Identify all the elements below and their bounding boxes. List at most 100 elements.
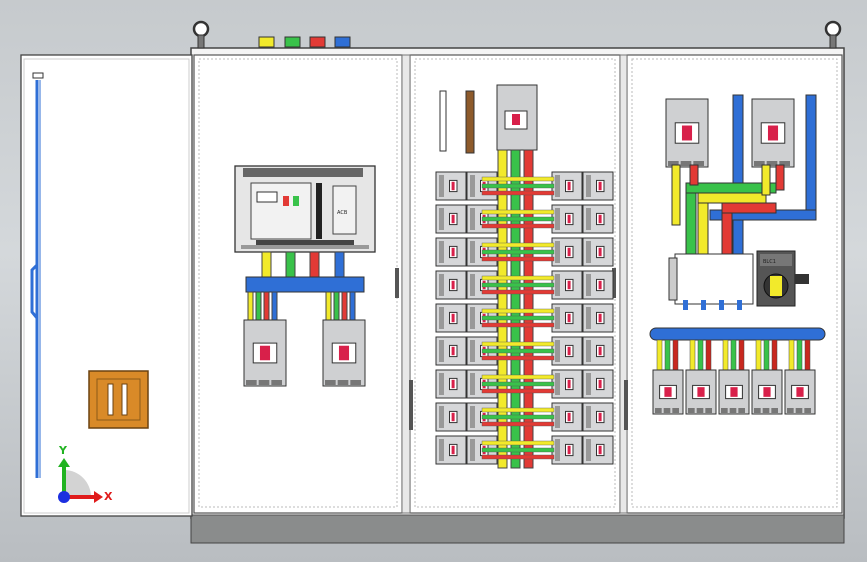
- feeder-breaker-right-a: [551, 402, 583, 432]
- section3-outgoing-breaker: [718, 369, 750, 415]
- feeder-breaker-right-b: [582, 369, 614, 399]
- feeder-link-bar: [481, 454, 555, 460]
- section3-outgoing-breaker: [652, 369, 684, 415]
- load-isolator: BLC1: [668, 250, 809, 310]
- feeder-link-bar: [481, 282, 555, 288]
- feeder-breaker-right-b: [582, 204, 614, 234]
- feeder-link-bar: [481, 341, 555, 347]
- door-handle-icon: [88, 370, 149, 429]
- outgoing-drop-bar: [796, 339, 803, 371]
- red-terminal-icon: [309, 36, 326, 48]
- feeder-link-bar: [481, 348, 555, 354]
- outgoing-drop-bar: [771, 339, 778, 371]
- feeder-link-bar: [481, 190, 555, 196]
- outgoing-drop-bar: [697, 339, 704, 371]
- feeder-link-bar: [481, 308, 555, 314]
- feeder-breaker-right-b: [582, 303, 614, 333]
- outgoing-drop-bar: [730, 339, 737, 371]
- door-hinge-icon: [32, 72, 44, 79]
- section1-busbar: [245, 276, 365, 293]
- incoming-breaker-1: [665, 98, 709, 168]
- feeder-breaker-right-a: [551, 270, 583, 300]
- section3-outgoing-breaker: [685, 369, 717, 415]
- feeder-link-bar: [481, 315, 555, 321]
- feeder-breaker-left-a: [435, 303, 467, 333]
- feeder-breaker-right-a: [551, 171, 583, 201]
- feeder-breaker-left-a: [435, 369, 467, 399]
- feeder-link-bar: [481, 381, 555, 387]
- feeder-breaker-right-a: [551, 237, 583, 267]
- section3-outgoing-breaker: [784, 369, 816, 415]
- outgoing-drop-bar: [672, 339, 679, 371]
- feeder-breaker-right-b: [582, 402, 614, 432]
- outgoing-drop-bar: [664, 339, 671, 371]
- feeder-link-bar: [481, 421, 555, 427]
- feeder-link-bar: [481, 223, 555, 229]
- lifting-eye-left-icon: [192, 20, 210, 49]
- feeder-breaker-right-a: [551, 369, 583, 399]
- feeder-breaker-right-b: [582, 171, 614, 201]
- feeder-link-bar: [481, 355, 555, 361]
- outgoing-drop-bar: [763, 339, 770, 371]
- outgoing-drop-bar: [738, 339, 745, 371]
- axis-x-label: X: [104, 490, 113, 503]
- feeder-link-bar: [481, 407, 555, 413]
- outgoing-drop-bar: [705, 339, 712, 371]
- feeder-link-bar: [481, 176, 555, 182]
- outgoing-drop-bar: [722, 339, 729, 371]
- feeder-breaker-right-b: [582, 435, 614, 465]
- feeder-link-bar: [481, 440, 555, 446]
- outgoing-breaker-1: [243, 319, 287, 387]
- feeder-breaker-left-a: [435, 336, 467, 366]
- green-terminal-icon: [284, 36, 301, 48]
- feeder-breaker-right-a: [551, 204, 583, 234]
- isolator-nameplate: BLC1: [763, 259, 776, 265]
- yellow-terminal-icon: [258, 36, 275, 48]
- feeder-link-bar: [481, 249, 555, 255]
- feeder-link-bar: [481, 447, 555, 453]
- acb-nameplate: ACB: [337, 210, 348, 216]
- feeder-breaker-left-a: [435, 435, 467, 465]
- outgoing-drop-bar: [804, 339, 811, 371]
- feeder-breaker-left-a: [435, 402, 467, 432]
- feeder-link-bar: [481, 322, 555, 328]
- section3-outgoing-breaker: [751, 369, 783, 415]
- outgoing-drop-bar: [689, 339, 696, 371]
- feeder-breaker-left-a: [435, 204, 467, 234]
- feeder-breaker-right-b: [582, 336, 614, 366]
- axis-y-label: Y: [58, 444, 68, 457]
- feeder-link-bar: [481, 374, 555, 380]
- terminal-strip-icon: [439, 90, 447, 152]
- panel-drawing: Y X ACB BLC1: [20, 20, 845, 544]
- open-door: Y X: [20, 54, 193, 517]
- feeder-breaker-right-a: [551, 435, 583, 465]
- feeder-breaker-left-a: [435, 237, 467, 267]
- incoming-breaker-2: [751, 98, 795, 168]
- outgoing-breaker-2: [322, 319, 366, 387]
- feeder-breaker-left-a: [435, 270, 467, 300]
- feeder-link-bar: [481, 289, 555, 295]
- section3-outgoing-busbar: [649, 327, 826, 341]
- feeder-link-bar: [481, 275, 555, 281]
- feeder-link-bar: [481, 242, 555, 248]
- section3-outgoing-breakers: [652, 339, 816, 415]
- main-air-circuit-breaker: ACB: [234, 165, 376, 253]
- feeder-breaker-right-a: [551, 336, 583, 366]
- plinth: [190, 514, 845, 544]
- feeder-link-bar: [481, 388, 555, 394]
- feeder-breaker-right-b: [582, 237, 614, 267]
- feeder-breaker-right-a: [551, 303, 583, 333]
- blue-terminal-icon: [334, 36, 351, 48]
- feeder-breaker-left-a: [435, 171, 467, 201]
- outgoing-drop-bar: [656, 339, 663, 371]
- lifting-eye-right-icon: [824, 20, 842, 49]
- section2-main-breaker: [496, 84, 538, 151]
- top-phase-terminals: [258, 36, 351, 48]
- feeder-breaker-right-b: [582, 270, 614, 300]
- outgoing-drop-bar: [788, 339, 795, 371]
- feeder-link-bar: [481, 414, 555, 420]
- feeder-link-bar: [481, 209, 555, 215]
- earth-bar-icon: [465, 90, 475, 154]
- feeder-link-bar: [481, 256, 555, 262]
- feeder-link-bar: [481, 216, 555, 222]
